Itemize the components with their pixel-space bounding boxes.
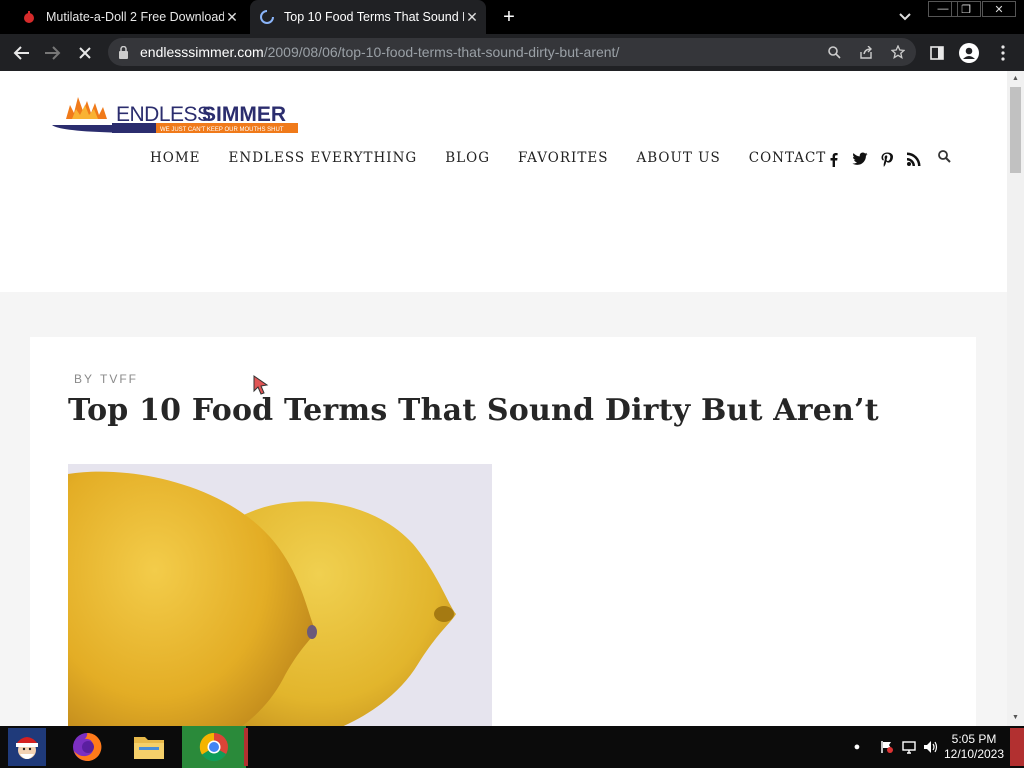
start-santa-icon[interactable] (0, 726, 54, 768)
search-icon[interactable] (938, 150, 952, 164)
nav-about-us[interactable]: ABOUT US (636, 150, 720, 166)
nav-home[interactable]: HOME (150, 150, 201, 166)
notification-dot-icon[interactable]: ● (846, 736, 868, 758)
close-tab-icon[interactable]: ✕ (224, 9, 240, 25)
nav-favorites[interactable]: FAVORITES (518, 150, 608, 166)
url-text: endlesssimmer.com/2009/08/06/top-10-food… (140, 44, 620, 60)
search-lens-icon[interactable] (824, 42, 844, 62)
post-title: Top 10 Food Terms That Sound Dirty But A… (68, 393, 879, 428)
volume-icon[interactable] (920, 736, 942, 758)
close-tab-icon[interactable]: ✕ (464, 9, 480, 25)
file-explorer-icon[interactable] (122, 726, 176, 768)
address-bar[interactable]: endlesssimmer.com/2009/08/06/top-10-food… (108, 38, 916, 66)
lock-icon[interactable] (118, 45, 132, 59)
rss-icon[interactable] (906, 151, 922, 167)
author-link[interactable]: TVFF (100, 372, 138, 386)
windows-taskbar: ● 5:05 PM 12/10/2023 (0, 726, 1024, 768)
tab-mutilate-a-doll[interactable]: Mutilate-a-Doll 2 Free Download ✕ (12, 0, 246, 34)
page-viewport: ENDLESS SIMMER WE JUST CAN'T KEEP OUR MO… (0, 71, 1007, 726)
kebab-menu-icon[interactable] (992, 42, 1014, 64)
facebook-icon[interactable] (825, 151, 841, 167)
logo-text-simmer: SIMMER (202, 103, 286, 126)
scroll-down-arrow-icon[interactable]: ▼ (1010, 712, 1021, 722)
chrome-taskbar-button[interactable] (182, 726, 246, 768)
nav-endless-everything[interactable]: ENDLESS EVERYTHING (229, 150, 418, 166)
hero-image-lemons (68, 464, 492, 726)
pinterest-icon[interactable] (879, 151, 895, 167)
logo-tagline: WE JUST CAN'T KEEP OUR MOUTHS SHUT (160, 127, 284, 133)
page-scrollbar[interactable]: ▲ ▼ (1007, 71, 1024, 726)
tab-endless-simmer[interactable]: Top 10 Food Terms That Sound Dirty But A… (250, 0, 486, 34)
clock-date: 12/10/2023 (943, 747, 1005, 761)
main-nav: HOME ENDLESS EVERYTHING BLOG FAVORITES A… (150, 150, 854, 166)
scroll-up-arrow-icon[interactable]: ▲ (1010, 73, 1021, 83)
nav-blog[interactable]: BLOG (445, 150, 490, 166)
restore-button[interactable]: ❐ (951, 1, 981, 17)
system-tray: ● 5:05 PM 12/10/2023 (846, 726, 1024, 768)
scroll-thumb[interactable] (1010, 87, 1021, 173)
clock-time: 5:05 PM (951, 732, 997, 746)
nav-contact[interactable]: CONTACT (749, 150, 827, 166)
mouse-cursor-icon (253, 375, 269, 395)
site-logo[interactable]: ENDLESS SIMMER WE JUST CAN'T KEEP OUR MO… (52, 91, 302, 135)
back-arrow-icon[interactable] (10, 42, 32, 64)
close-window-button[interactable]: ✕ (982, 1, 1016, 17)
byline: BY TVFF (74, 372, 138, 386)
logo-text-endless: ENDLESS (116, 103, 211, 126)
site-header: ENDLESS SIMMER WE JUST CAN'T KEEP OUR MO… (0, 71, 1007, 292)
browser-toolbar: endlesssimmer.com/2009/08/06/top-10-food… (0, 34, 1024, 71)
show-desktop-button[interactable] (1010, 728, 1024, 766)
taskbar-separator (244, 728, 248, 766)
taskbar-clock[interactable]: 5:05 PM 12/10/2023 (942, 732, 1006, 762)
firefox-icon[interactable] (60, 726, 114, 768)
game-favicon-icon (22, 10, 36, 24)
twitter-icon[interactable] (852, 151, 868, 167)
tab-title: Mutilate-a-Doll 2 Free Download (46, 10, 224, 24)
profile-avatar-icon[interactable] (958, 42, 980, 64)
tab-strip: Mutilate-a-Doll 2 Free Download ✕ Top 10… (0, 0, 1024, 34)
forward-arrow-icon[interactable] (42, 42, 64, 64)
social-links (825, 151, 933, 167)
side-panel-icon[interactable] (926, 42, 948, 64)
new-tab-button[interactable]: + (498, 6, 520, 28)
bookmark-star-icon[interactable] (888, 42, 908, 62)
stop-loading-icon[interactable] (74, 42, 96, 64)
share-icon[interactable] (856, 42, 876, 62)
article-card: BY TVFF Top 10 Food Terms That Sound Dirt… (30, 337, 976, 726)
byline-label: BY (74, 372, 95, 386)
tab-search-chevron-icon[interactable] (896, 8, 914, 26)
network-icon[interactable] (898, 736, 920, 758)
action-center-flag-icon[interactable] (876, 736, 898, 758)
loading-spinner-icon (260, 10, 274, 24)
tab-title: Top 10 Food Terms That Sound Dirty But A… (284, 10, 464, 24)
